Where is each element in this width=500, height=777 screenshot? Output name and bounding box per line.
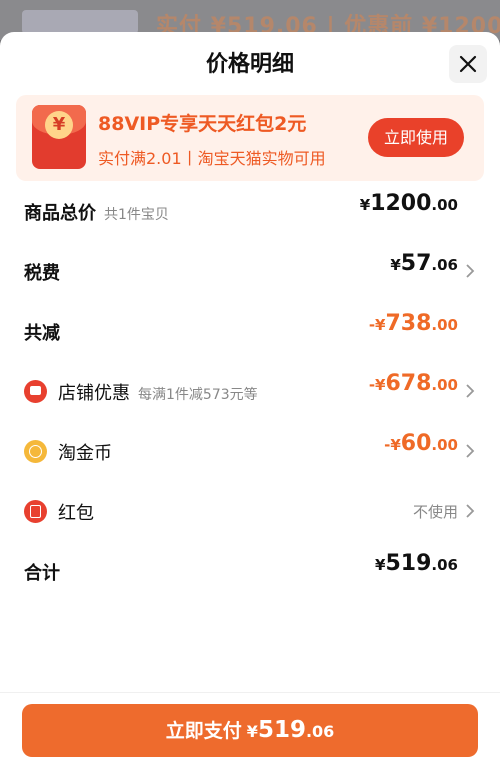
store-discount-label: 店铺优惠 [58, 383, 130, 404]
chevron-right-icon [466, 504, 475, 518]
banner-title: 88VIP专享天天红包2元 [98, 113, 307, 135]
tax-label: 税费 [24, 263, 60, 284]
use-now-button[interactable]: 立即使用 [368, 118, 464, 157]
goods-total-label: 商品总价 [24, 203, 96, 224]
sheet-title: 价格明细 [205, 52, 294, 77]
red-packet-icon: ¥ [32, 105, 86, 169]
discount-amount: -¥738.00 [368, 311, 458, 336]
coin-label: 淘金币 [58, 443, 112, 464]
store-discount-hint: 每满1件减573元等 [138, 387, 258, 403]
store-discount-amount: -¥678.00 [368, 371, 458, 396]
pay-now-button[interactable]: 立即支付 ¥519.06 [22, 704, 478, 757]
price-detail-sheet: 价格明细 ¥ 88VIP专享天天红包2元 实付满2.01丨淘宝天猫实物可用 立即… [0, 32, 500, 777]
chevron-right-icon [466, 444, 475, 458]
row-total-discount: 共减 -¥738.00 [24, 311, 476, 351]
vip-coupon-banner: ¥ 88VIP专享天天红包2元 实付满2.01丨淘宝天猫实物可用 立即使用 [16, 95, 484, 181]
red-packet-label: 红包 [58, 503, 94, 524]
discount-label: 共减 [24, 323, 60, 344]
row-store-discount[interactable]: 店铺优惠 每满1件减573元等 -¥678.00 [24, 371, 476, 411]
red-packet-value: 不使用 [412, 503, 458, 521]
tax-amount: ¥57.06 [390, 251, 458, 276]
close-icon [459, 55, 477, 73]
coin-amount: -¥60.00 [384, 431, 458, 456]
footer-divider [0, 692, 500, 693]
sum-amount: ¥519.06 [375, 551, 458, 576]
chevron-right-icon [466, 264, 475, 278]
goods-total-amount: ¥1200.00 [359, 191, 458, 216]
goods-count-hint: 共1件宝贝 [104, 207, 169, 223]
store-icon [24, 380, 47, 403]
coin-icon [24, 440, 47, 463]
sum-label: 合计 [24, 563, 60, 584]
banner-subtitle: 实付满2.01丨淘宝天猫实物可用 [98, 149, 326, 168]
row-goods-total: 商品总价 共1件宝贝 ¥1200.00 [24, 191, 476, 231]
chevron-right-icon [466, 384, 475, 398]
row-tax[interactable]: 税费 ¥57.06 [24, 251, 476, 291]
background-thumbnail [22, 10, 138, 34]
row-red-packet[interactable]: 红包 不使用 [24, 491, 476, 531]
row-taojinbi[interactable]: 淘金币 -¥60.00 [24, 431, 476, 471]
row-sum: 合计 ¥519.06 [24, 551, 476, 591]
red-envelope-icon [24, 500, 47, 523]
pay-button-label: 立即支付 [165, 720, 242, 742]
close-button[interactable] [449, 45, 487, 83]
